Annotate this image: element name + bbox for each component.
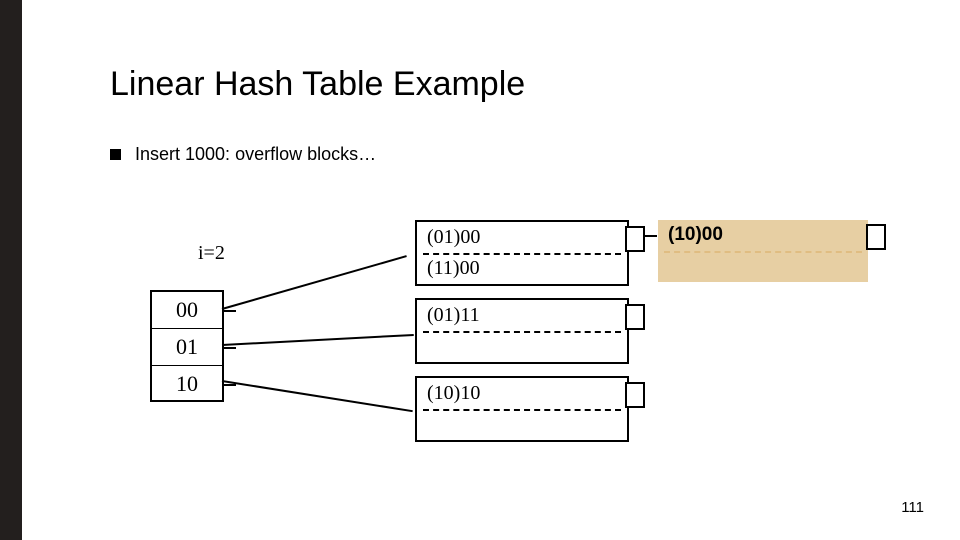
directory-table: 00 01 10 — [150, 290, 224, 402]
overflow-tab-icon — [625, 382, 645, 408]
row-divider — [664, 251, 862, 253]
bucket-value: (10)10 — [427, 382, 480, 405]
i-label: i=2 — [198, 242, 225, 265]
bullet-item: Insert 1000: overflow blocks… — [110, 144, 920, 165]
overflow-tab-icon — [625, 304, 645, 330]
bucket-10: (10)10 — [415, 376, 629, 442]
row-divider — [423, 409, 621, 411]
overflow-block: (10)00 — [658, 220, 868, 282]
tick-mark — [224, 384, 236, 386]
overflow-tab-icon — [866, 224, 886, 250]
bucket-00: (01)00 (11)00 — [415, 220, 629, 286]
overflow-tab-icon — [625, 226, 645, 252]
bucket-01: (01)11 — [415, 298, 629, 364]
slide-content: Linear Hash Table Example Insert 1000: o… — [110, 65, 920, 165]
pointer-line — [222, 334, 414, 346]
square-bullet-icon — [110, 149, 121, 160]
directory-label: 00 — [176, 297, 198, 323]
pointer-line — [222, 255, 407, 310]
directory-label: 10 — [176, 371, 198, 397]
pointer-line — [222, 380, 413, 412]
bucket-value: (01)11 — [427, 304, 480, 327]
tick-mark — [224, 310, 236, 312]
page-number: 111 — [901, 499, 924, 516]
directory-row-00: 00 — [152, 292, 222, 329]
overflow-connector — [645, 235, 657, 237]
hash-table-diagram: i=2 00 01 10 (01)00 (11)00 (01)11 (10)10… — [150, 220, 850, 460]
slide-title: Linear Hash Table Example — [110, 65, 920, 104]
bucket-value: (11)00 — [427, 257, 480, 280]
directory-row-01: 01 — [152, 329, 222, 366]
bullet-text: Insert 1000: overflow blocks… — [135, 144, 376, 165]
tick-mark — [224, 347, 236, 349]
directory-label: 01 — [176, 334, 198, 360]
overflow-value: (10)00 — [668, 224, 723, 246]
row-divider — [423, 331, 621, 333]
bucket-value: (01)00 — [427, 226, 480, 249]
row-divider — [423, 253, 621, 255]
directory-row-10: 10 — [152, 366, 222, 402]
left-accent-bar — [0, 0, 22, 540]
